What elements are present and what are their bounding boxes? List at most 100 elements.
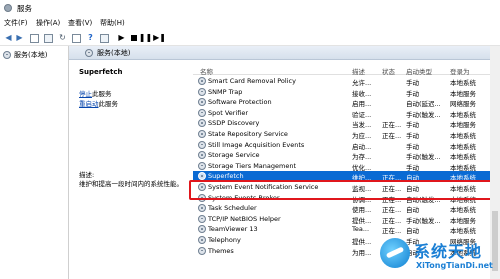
service-gear-icon [198,130,206,138]
service-log-on-as: 网络服务 [450,100,476,109]
stop-service-icon[interactable] [129,33,138,42]
table-row[interactable]: SSDP Discovery 当发... 正在... 手动 本地服务 [193,118,500,130]
service-gear-icon [198,204,206,213]
stop-service-link[interactable]: 停止 [79,90,92,98]
service-startup-type: 手动 [406,121,419,130]
stop-service-suffix: 此服务 [92,90,112,98]
service-name: Themes [208,246,234,255]
service-status: 正在... [382,227,402,236]
service-status: 正在... [382,206,402,215]
start-service-icon[interactable]: ▶ [117,33,126,42]
view-icon[interactable] [100,34,109,43]
service-name: Software Protection [208,98,272,107]
console-tree: 服务(本地) [0,46,69,279]
service-name: Storage Tiers Management [208,161,297,170]
table-row[interactable]: Storage Tiers Management 优化... 手动 本地系统 [193,161,500,172]
refresh-icon[interactable]: ↻ [58,33,67,42]
service-startup-type: 手动 [406,79,419,87]
table-row[interactable]: TCP/IP NetBIOS Helper 提供... 正在... 手动(触发... 本… [193,214,500,225]
service-description: 验证... [352,110,372,119]
service-name: Storage Service [208,151,260,160]
service-name: SNMP Trap [208,87,243,96]
selected-service-name: Superfetch [79,68,123,76]
service-startup-type: 自动(延迟... [406,100,441,109]
service-startup-type: 手动(触发... [406,216,441,225]
forward-arrow-icon[interactable]: ▶ [15,33,24,42]
restart-service-icon[interactable]: ▶❚ [153,33,166,42]
service-description: 描述: 维护和提高一段时间内的系统性能。 [79,171,191,189]
main-panel-title: 服务(本地) [97,48,131,57]
service-description: 为存... [352,153,372,162]
service-name: State Repository Service [208,130,288,138]
service-log-on-as: 本地服务 [450,121,476,130]
column-header-startup-type[interactable]: 启动类型 [406,66,432,76]
menu-help[interactable]: 帮助(H) [100,18,125,28]
service-log-on-as: 本地系统 [450,227,476,236]
tree-node-label: 服务(本地) [14,50,48,59]
show-hide-tree-icon[interactable] [30,34,39,43]
service-description: 为用... [352,248,372,257]
service-description: 启动... [352,142,372,151]
service-gear-icon [198,225,206,234]
service-log-on-as: 本地系统 [450,110,476,119]
service-description: 允许... [352,79,372,87]
service-gear-icon [198,140,206,149]
table-row[interactable]: Smart Card Removal Policy 允许... 手动 本地系统 [193,76,500,87]
service-name: TCP/IP NetBIOS Helper [208,214,281,223]
column-header-log-on-as[interactable]: 登录为 [450,66,470,76]
service-name: Still Image Acquisition Events [208,140,305,149]
table-row[interactable]: TeamViewer 13 Tea... 正在... 自动 本地系统 [193,224,500,236]
column-header-description[interactable]: 描述 [352,66,365,76]
table-row[interactable]: Still Image Acquisition Events 启动... 手动 本地系… [193,140,500,151]
column-header-name[interactable]: 名称 [200,66,213,76]
service-description: 接收... [352,89,372,98]
service-startup-type: 自动 [406,227,419,236]
restart-service-link[interactable]: 重启动 [79,100,99,108]
service-gear-icon [198,151,206,160]
window-title: 服务 [17,4,32,13]
table-row[interactable]: Software Protection 启用... 自动(延迟... 网络服务 [193,97,500,109]
properties-icon[interactable] [44,34,53,43]
restart-service-suffix: 此服务 [98,100,119,108]
service-description: 使用... [352,206,372,215]
menu-bar: 文件(F) 操作(A) 查看(V) 帮助(H) [0,16,500,29]
service-log-on-as: 本地服务 [450,216,476,225]
table-row[interactable]: SNMP Trap 接收... 手动 本地服务 [193,87,500,98]
service-startup-type: 手动 [406,89,419,98]
menu-file[interactable]: 文件(F) [4,18,28,28]
services-gear-icon [3,50,11,59]
highlight-box [189,180,497,200]
help-icon[interactable]: ? [86,33,95,42]
watermark: 系统天地 XiTongTianDi.net [380,236,498,276]
service-description: 优化... [352,163,372,172]
menu-action[interactable]: 操作(A) [36,18,60,28]
table-row[interactable]: Task Scheduler 使用... 正在... 自动 本地系统 [193,203,500,215]
service-gear-icon [198,214,206,223]
service-gear-icon [198,119,206,128]
service-startup-type: 手动(触发... [406,110,441,119]
service-gear-icon [198,77,206,85]
back-arrow-icon[interactable]: ◀ [4,33,13,42]
service-startup-type: 手动 [406,163,419,172]
toolbar: ◀ ▶ ↻ ? ▶ ❚❚ ▶❚ [0,30,500,46]
table-row[interactable]: State Repository Service 为应... 正在... 手动 本地系统 [193,129,500,140]
service-log-on-as: 本地系统 [450,79,476,87]
export-list-icon[interactable] [72,34,81,43]
description-label: 描述: [79,171,95,179]
column-header-status[interactable]: 状态 [382,66,395,76]
pause-service-icon[interactable]: ❚❚ [139,33,152,42]
service-log-on-as: 本地服务 [450,89,476,98]
service-gear-icon [198,236,206,244]
service-gear-icon [198,161,206,170]
service-gear-icon [198,87,206,96]
menu-view[interactable]: 查看(V) [68,18,92,28]
service-log-on-as: 本地系统 [450,132,476,140]
table-row[interactable]: Spot Verifier 验证... 手动(触发... 本地系统 [193,108,500,119]
service-description: 当发... [352,121,372,130]
watermark-logo-icon [380,238,410,268]
service-startup-type: 手动(触发... [406,153,441,162]
tree-node-local-services[interactable]: 服务(本地) [3,49,63,60]
service-description: 提供... [352,238,372,246]
table-row[interactable]: Storage Service 为存... 手动(触发... 本地系统 [193,150,500,162]
service-log-on-as: 本地系统 [450,142,476,151]
